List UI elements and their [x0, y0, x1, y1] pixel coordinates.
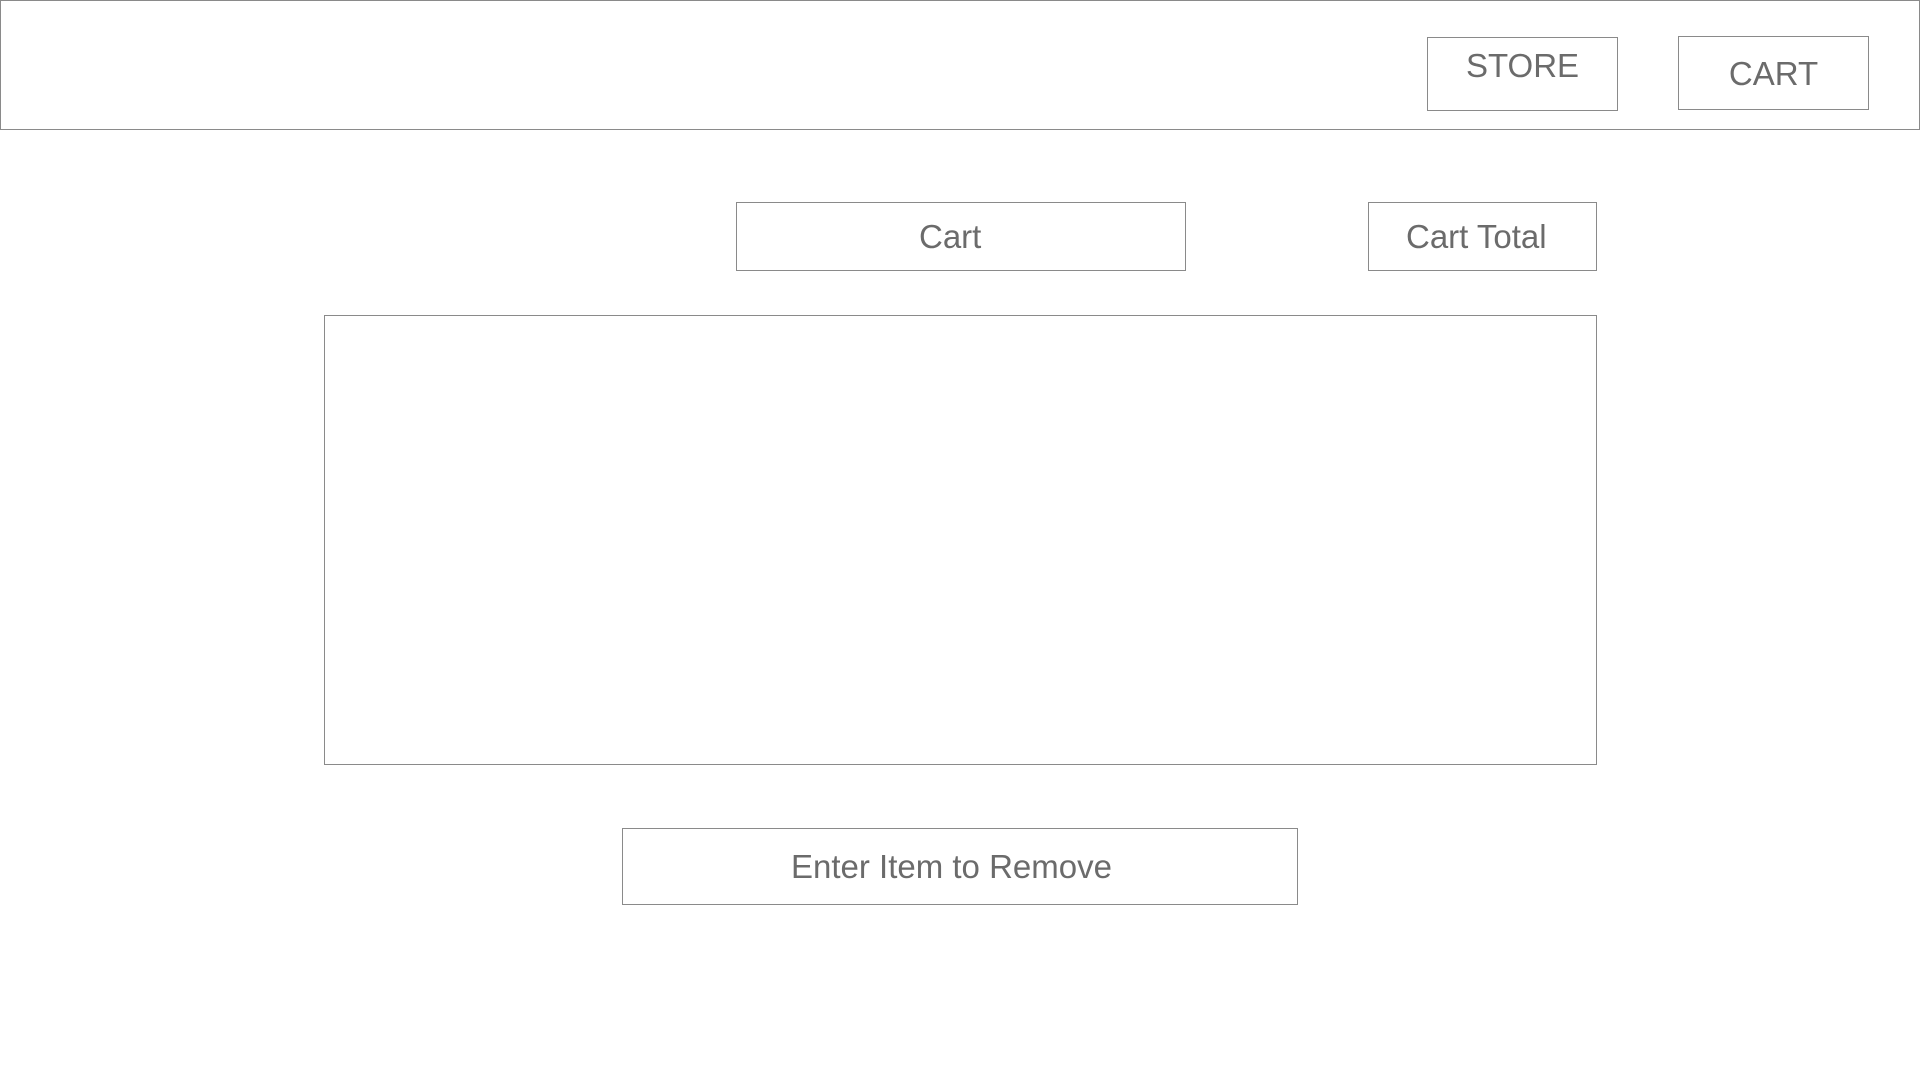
top-nav-bar: STORE CART — [0, 0, 1920, 130]
cart-title: Cart — [736, 202, 1186, 271]
cart-title-text: Cart — [919, 217, 982, 255]
cart-nav-button[interactable]: CART — [1678, 36, 1869, 110]
remove-item-input[interactable] — [622, 828, 1298, 905]
cart-total-text: Cart Total — [1406, 217, 1547, 255]
store-nav-button[interactable]: STORE — [1427, 37, 1618, 111]
cart-nav-label: CART — [1728, 55, 1819, 92]
cart-total-label: Cart Total — [1368, 202, 1597, 271]
store-nav-label: STORE — [1465, 47, 1580, 84]
cart-items-area — [324, 315, 1597, 765]
